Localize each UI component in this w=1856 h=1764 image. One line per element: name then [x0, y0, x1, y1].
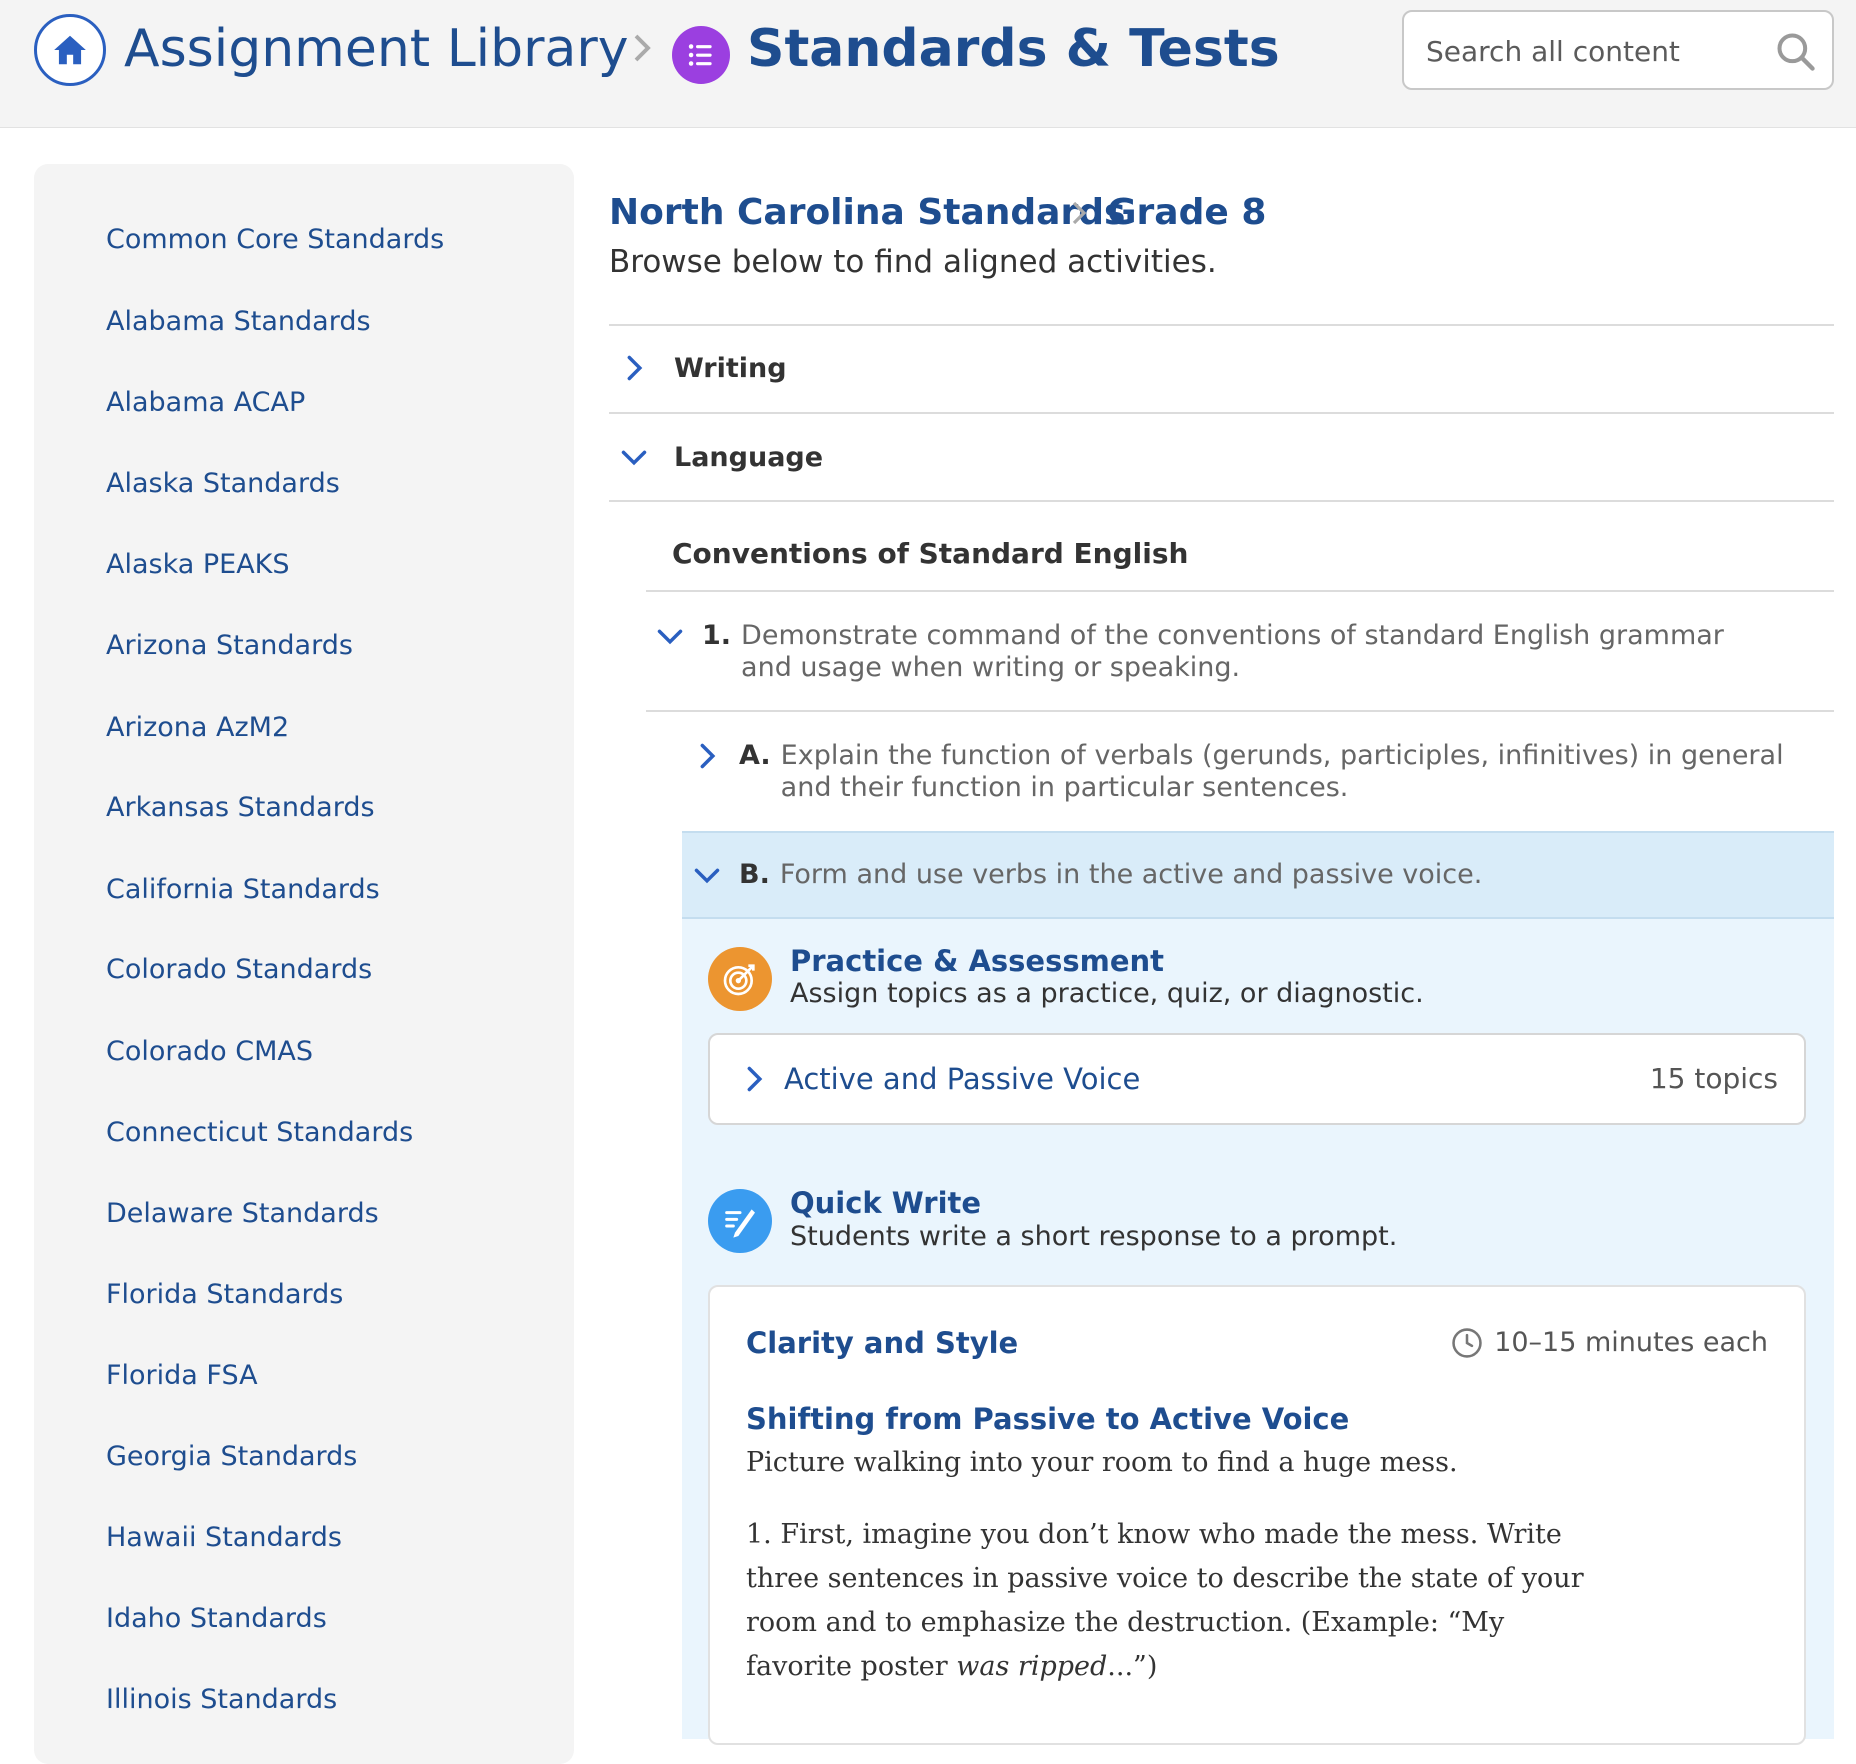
accordion-language[interactable]: Language: [620, 437, 823, 477]
accordion-writing[interactable]: Writing: [620, 348, 787, 388]
standard-text: Demonstrate command of the conventions o…: [741, 620, 1724, 683]
sidebar-item-arizona[interactable]: Arizona Standards: [106, 628, 353, 664]
sidebar-item-arizona-azm2[interactable]: Arizona AzM2: [106, 710, 289, 746]
clock-icon: [1452, 1328, 1482, 1358]
sidebar-item-idaho[interactable]: Idaho Standards: [106, 1601, 327, 1637]
standard-a-row[interactable]: A. Explain the function of verbals (geru…: [693, 740, 1828, 804]
sidebar-item-colorado[interactable]: Colorado Standards: [106, 952, 372, 988]
accordion-label: Writing: [674, 352, 787, 384]
practice-description: Assign topics as a practice, quiz, or di…: [790, 978, 1424, 1009]
topic-count: 15 topics: [1649, 1062, 1778, 1095]
sidebar-item-georgia[interactable]: Georgia Standards: [106, 1439, 357, 1475]
divider: [609, 324, 1834, 326]
standards-sidebar: Common Core Standards Alabama Standards …: [34, 164, 574, 1764]
standard-text: Explain the function of verbals (gerunds…: [780, 740, 1784, 803]
topic-card-active-passive[interactable]: Active and Passive Voice 15 topics: [708, 1033, 1806, 1125]
quick-write-description: Students write a short response to a pro…: [790, 1221, 1398, 1252]
standard-text: Form and use verbs in the active and pas…: [779, 859, 1483, 890]
strand-heading: Conventions of Standard English: [672, 537, 1189, 570]
sidebar-item-illinois[interactable]: Illinois Standards: [106, 1682, 337, 1718]
time-estimate: 10–15 minutes each: [1450, 1323, 1768, 1363]
topic-name: Active and Passive Voice: [784, 1062, 1141, 1096]
sidebar-item-florida-fsa[interactable]: Florida FSA: [106, 1358, 258, 1394]
standard-number: 1.: [702, 620, 732, 651]
standards-list-icon: [672, 26, 730, 84]
divider: [609, 500, 1834, 502]
standard-1-row[interactable]: 1. Demonstrate command of the convention…: [656, 620, 1826, 684]
top-bar: Assignment Library Standards & Tests: [0, 0, 1856, 128]
section-title: Standards & Tests: [747, 19, 1280, 79]
sidebar-item-delaware[interactable]: Delaware Standards: [106, 1196, 379, 1232]
target-icon: [708, 947, 772, 1011]
standard-letter: A.: [739, 740, 771, 771]
sidebar-item-arkansas[interactable]: Arkansas Standards: [106, 790, 375, 826]
prompt-title[interactable]: Shifting from Passive to Active Voice: [746, 1399, 1349, 1439]
breadcrumb-state[interactable]: North Carolina Standards: [609, 190, 1125, 236]
prompt-step-1: 1. First, imagine you don’t know who mad…: [746, 1519, 1584, 1682]
standard-b-row[interactable]: B. Form and use verbs in the active and …: [693, 859, 1828, 891]
sidebar-item-connecticut[interactable]: Connecticut Standards: [106, 1115, 413, 1151]
chevron-right-icon: [747, 1066, 763, 1092]
practice-title: Practice & Assessment: [790, 944, 1165, 978]
home-button[interactable]: [34, 14, 106, 86]
sidebar-item-colorado-cmas[interactable]: Colorado CMAS: [106, 1034, 313, 1070]
chevron-right-icon: [634, 34, 651, 62]
time-estimate-label: 10–15 minutes each: [1494, 1327, 1768, 1358]
pencil-lines-icon: [708, 1189, 772, 1253]
sidebar-item-alabama[interactable]: Alabama Standards: [106, 304, 371, 340]
chevron-down-icon: [657, 629, 683, 645]
prompt-body: Picture walking into your room to find a…: [746, 1441, 1606, 1717]
library-title[interactable]: Assignment Library: [124, 14, 629, 84]
search-icon[interactable]: [1774, 30, 1818, 74]
divider: [609, 412, 1834, 414]
sidebar-item-alaska[interactable]: Alaska Standards: [106, 466, 340, 502]
sidebar-item-alabama-acap[interactable]: Alabama ACAP: [106, 385, 305, 421]
chevron-right-icon: [700, 743, 716, 769]
sidebar-item-florida[interactable]: Florida Standards: [106, 1277, 343, 1313]
home-icon: [54, 35, 86, 65]
quick-write-title: Quick Write: [790, 1186, 982, 1220]
divider: [646, 590, 1834, 592]
quick-write-card-title: Clarity and Style: [746, 1326, 1019, 1360]
search-input[interactable]: [1426, 30, 1756, 72]
standard-letter: B.: [739, 859, 770, 890]
quick-write-card: Clarity and Style 10–15 minutes each Shi…: [708, 1285, 1806, 1745]
sidebar-item-alaska-peaks[interactable]: Alaska PEAKS: [106, 547, 290, 583]
search-box[interactable]: [1402, 10, 1834, 90]
accordion-label: Language: [674, 441, 824, 473]
prompt-intro: Picture walking into your room to find a…: [746, 1447, 1458, 1478]
sidebar-item-hawaii[interactable]: Hawaii Standards: [106, 1520, 342, 1556]
divider: [646, 710, 1834, 712]
sidebar-item-california[interactable]: California Standards: [106, 872, 380, 908]
chevron-right-icon: [627, 355, 643, 381]
page-subtitle: Browse below to find aligned activities.: [609, 244, 1217, 280]
sidebar-item-common-core[interactable]: Common Core Standards: [106, 222, 444, 258]
chevron-right-icon: [1072, 201, 1087, 225]
chevron-down-icon: [694, 868, 720, 884]
breadcrumb-grade: Grade 8: [1107, 192, 1267, 233]
chevron-down-icon: [621, 450, 647, 466]
